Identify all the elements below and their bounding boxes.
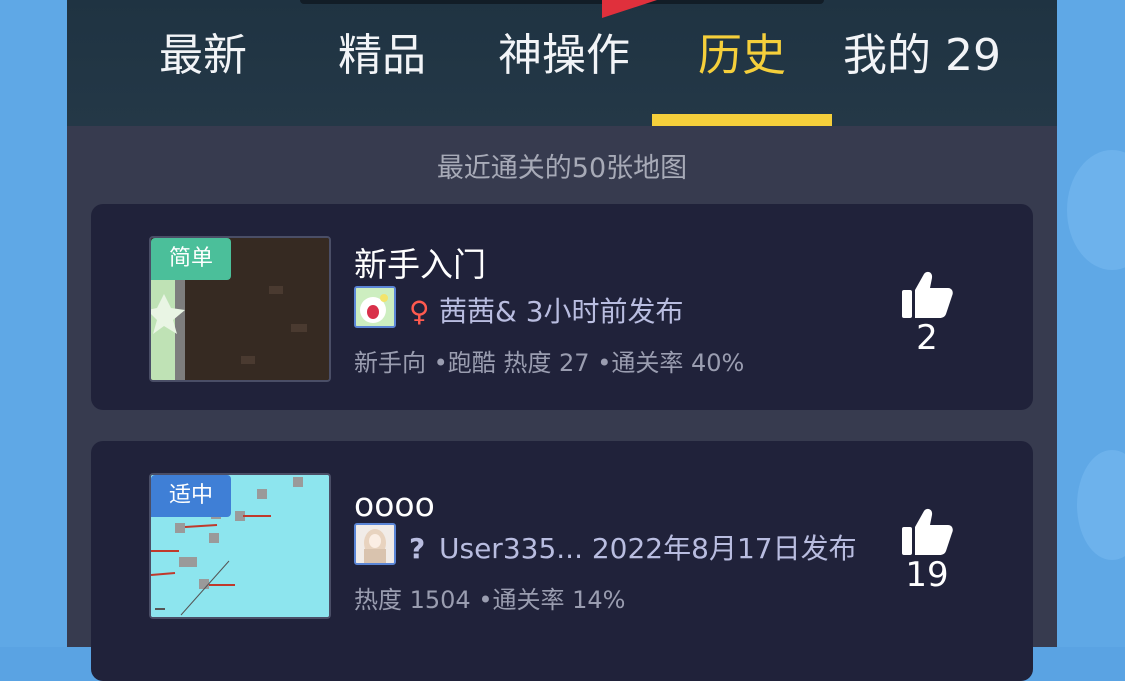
like-button[interactable]: 2 (899, 270, 955, 358)
unknown-gender-icon: ? (409, 532, 426, 565)
tab-history[interactable]: 历史 (682, 26, 802, 86)
tab-bar: 最新 精品 神操作 历史 我的 29 (67, 0, 1057, 126)
red-ribbon-decoration (602, 0, 657, 18)
map-thumbnail: 简单 (149, 236, 331, 382)
map-list-panel: 最新 精品 神操作 历史 我的 29 最近通关的50张地图 简单 新手入门 ♀ … (67, 0, 1057, 681)
right-background (1057, 0, 1125, 647)
tab-mine[interactable]: 我的 29 (839, 26, 1005, 86)
difficulty-badge: 适中 (151, 475, 231, 517)
author-avatar[interactable] (354, 523, 396, 565)
list-subtitle: 最近通关的50张地图 (436, 153, 688, 184)
like-count: 19 (905, 555, 949, 595)
difficulty-badge: 简单 (151, 238, 231, 280)
author-info: ♀ 茜茜& 3小时前发布 (409, 290, 684, 330)
background-swirl (1077, 450, 1125, 560)
map-meta: 新手向 •跑酷 热度 27 •通关率 40% (354, 349, 745, 377)
author-and-time: 茜茜& 3小时前发布 (439, 295, 684, 328)
map-title: 新手入门 (354, 245, 486, 284)
map-meta: 热度 1504 •通关率 14% (354, 586, 626, 614)
tab-amazing-plays[interactable]: 神操作 (489, 26, 639, 86)
tab-featured[interactable]: 精品 (322, 26, 442, 86)
left-background (0, 0, 67, 647)
like-button[interactable]: 19 (899, 507, 955, 595)
background-swirl (1067, 150, 1125, 270)
map-card[interactable]: 适中 oooo ? User335... 2022年8月17日发布 热度 1504… (91, 441, 1033, 681)
like-count: 2 (916, 318, 938, 358)
map-card[interactable]: 简单 新手入门 ♀ 茜茜& 3小时前发布 新手向 •跑酷 热度 27 •通关率 4… (91, 204, 1033, 410)
map-title: oooo (354, 485, 435, 524)
author-info: ? User335... 2022年8月17日发布 (409, 527, 857, 567)
author-avatar[interactable] (354, 286, 396, 328)
map-thumbnail: 适中 (149, 473, 331, 619)
thumbs-up-icon (902, 271, 953, 318)
thumbs-up-icon (902, 508, 953, 555)
topbar-notch (300, 0, 824, 4)
female-icon: ♀ (409, 295, 430, 328)
active-tab-indicator (652, 114, 832, 126)
tab-latest[interactable]: 最新 (143, 26, 263, 86)
author-and-time: User335... 2022年8月17日发布 (439, 532, 857, 565)
